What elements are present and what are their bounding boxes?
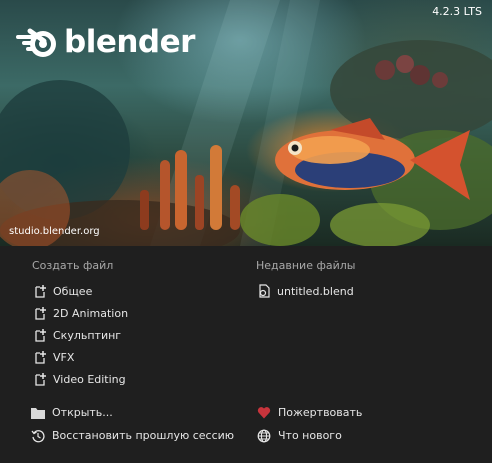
new-file-section: Создать файл Общее 2D Animation Скульпти…: [32, 258, 128, 390]
new-file-icon: [32, 349, 48, 365]
recover-session-label: Восстановить прошлую сессию: [52, 429, 235, 442]
new-file-2d-animation-label: 2D Animation: [53, 306, 129, 320]
open-file-label: Открыть...: [52, 406, 113, 419]
version-label: 4.2.3 LTS: [432, 5, 482, 18]
recent-files-section: Недавние файлы untitled.blend: [256, 258, 355, 302]
new-file-video-editing[interactable]: Video Editing: [32, 368, 128, 390]
new-file-icon: [32, 305, 48, 321]
recent-file-label: untitled.blend: [277, 284, 354, 298]
new-file-video-editing-label: Video Editing: [53, 372, 126, 386]
new-file-vfx[interactable]: VFX: [32, 346, 128, 368]
donate-button[interactable]: Пожертвовать: [256, 401, 362, 424]
recover-icon: [30, 428, 46, 444]
recent-files-title: Недавние файлы: [256, 259, 356, 272]
image-credit[interactable]: studio.blender.org: [9, 226, 100, 237]
heart-icon: [256, 405, 272, 421]
donate-label: Пожертвовать: [278, 406, 363, 419]
globe-icon: [256, 428, 272, 444]
new-file-general[interactable]: Общее: [32, 280, 128, 302]
new-file-icon: [32, 283, 48, 299]
new-file-sculpting[interactable]: Скульптинг: [32, 324, 128, 346]
blender-logo-text: blender: [64, 24, 195, 60]
new-file-title: Создать файл: [32, 259, 114, 272]
recover-session-button[interactable]: Восстановить прошлую сессию: [30, 424, 234, 447]
new-file-general-label: Общее: [53, 284, 93, 298]
new-file-vfx-label: VFX: [53, 350, 75, 364]
new-file-2d-animation[interactable]: 2D Animation: [32, 302, 128, 324]
community-actions: Пожертвовать Что нового: [256, 401, 362, 447]
blender-logo-icon: [16, 28, 56, 57]
splash-screen: 4.2.3 LTS blender studio.blender.org Соз…: [0, 0, 492, 463]
new-file-sculpting-label: Скульптинг: [53, 328, 122, 342]
whats-new-button[interactable]: Что нового: [256, 424, 362, 447]
open-file-button[interactable]: Открыть...: [30, 401, 234, 424]
file-actions: Открыть... Восстановить прошлую сессию: [30, 401, 234, 447]
blend-file-icon: [256, 283, 272, 299]
splash-image: 4.2.3 LTS blender studio.blender.org: [0, 0, 492, 246]
folder-icon: [30, 405, 46, 421]
recent-file-item[interactable]: untitled.blend: [256, 280, 355, 302]
blender-logo: blender: [16, 20, 195, 64]
new-file-icon: [32, 327, 48, 343]
whats-new-label: Что нового: [278, 429, 342, 442]
new-file-icon: [32, 371, 48, 387]
